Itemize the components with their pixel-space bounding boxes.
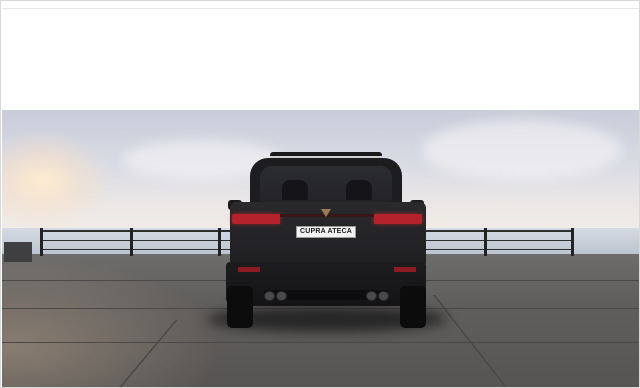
blank-header-area [2,8,639,110]
wheel-left [227,286,253,328]
headrest-right [346,180,372,200]
exhaust-tip [378,291,389,301]
reflector-right [394,267,416,272]
car-photo: CUPRA ATECA [2,110,639,387]
headrest-left [282,180,308,200]
wheel-right [400,286,426,328]
rear-window [260,166,392,202]
taillight-right [374,214,422,224]
taillight-left [232,214,280,224]
reflector-left [238,267,260,272]
exhaust-tip [276,291,287,301]
license-plate: CUPRA ATECA [296,226,356,238]
exhaust-tip [366,291,377,301]
exhaust-tip [264,291,275,301]
suv-rear-view: CUPRA ATECA [2,110,639,387]
image-frame: CUPRA ATECA [0,0,640,388]
